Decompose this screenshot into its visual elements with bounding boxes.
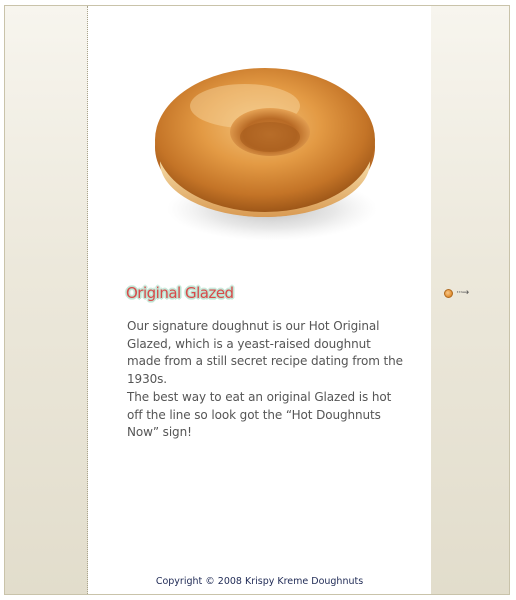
page-frame: Original Glazed Our signature doughnut i… [4, 5, 510, 595]
next-arrow-link[interactable]: ···→ [444, 286, 478, 300]
doughnut-image [150, 44, 380, 254]
left-side-panel [5, 6, 88, 594]
right-side-panel [430, 6, 509, 594]
doughnut-illustration [155, 68, 377, 241]
description-paragraph: Our signature doughnut is our Hot Origin… [127, 319, 403, 386]
product-heading: Original Glazed [126, 284, 234, 302]
orange-dot-icon [444, 288, 453, 298]
dotted-arrow-icon: ···→ [456, 287, 469, 298]
serving-tip-paragraph: The best way to eat an original Glazed i… [127, 390, 392, 439]
copyright-footer: Copyright © 2008 Krispy Kreme Doughnuts [155, 576, 364, 587]
main-content: Original Glazed Our signature doughnut i… [88, 6, 431, 594]
